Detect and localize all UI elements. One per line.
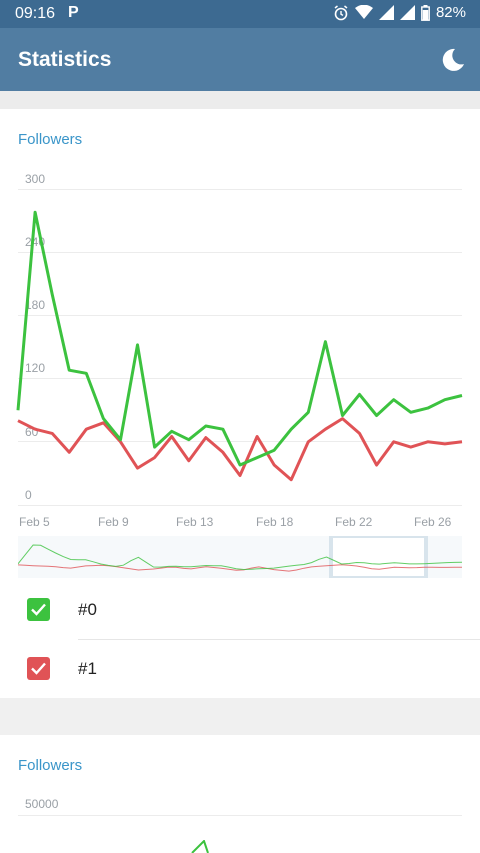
signal-icon (378, 5, 394, 20)
legend-label: #1 (78, 659, 97, 678)
series-line-1 (17, 417, 463, 482)
followers-line-chart[interactable] (0, 109, 480, 529)
chart-title: Followers (18, 757, 83, 774)
preview-selection-window[interactable] (329, 536, 428, 578)
x-tick-label: Feb 18 (256, 515, 294, 529)
status-icons: 82% (333, 4, 466, 21)
section-gap (0, 91, 480, 109)
x-tick-label: Feb 26 (414, 515, 452, 529)
parking-app-icon: P (68, 4, 79, 21)
wifi-icon (354, 5, 373, 19)
alarm-icon (334, 4, 348, 20)
battery-icon (421, 4, 430, 21)
legend-item-1[interactable]: #1 (0, 640, 480, 698)
status-bar: 09:16 P 82% (0, 0, 480, 28)
chart-line-peek (191, 840, 209, 853)
app-bar: Statistics (0, 28, 480, 91)
status-time: 09:16 (15, 5, 56, 22)
x-tick-label: Feb 9 (98, 515, 129, 529)
chart-card: Followers 300 240 180 120 60 0 Feb 5 Feb… (0, 109, 480, 698)
moon-icon[interactable] (438, 46, 466, 74)
y-tick-label: 50000 (25, 797, 59, 811)
x-tick-label: Feb 5 (19, 515, 50, 529)
chart-card: Followers 50000 (0, 735, 480, 853)
legend-item-0[interactable]: #0 (0, 581, 480, 639)
checkbox-checked-icon[interactable] (27, 598, 50, 621)
x-tick-label: Feb 22 (335, 515, 373, 529)
page-title: Statistics (18, 48, 112, 71)
battery-percent: 82% (435, 4, 466, 21)
x-tick-label: Feb 13 (176, 515, 214, 529)
series-line-0 (16, 210, 463, 467)
legend-label: #0 (78, 600, 97, 619)
checkbox-checked-icon[interactable] (27, 657, 50, 680)
gridline (18, 815, 462, 816)
range-selector-preview[interactable] (18, 536, 462, 578)
signal-roaming-icon (399, 5, 415, 20)
